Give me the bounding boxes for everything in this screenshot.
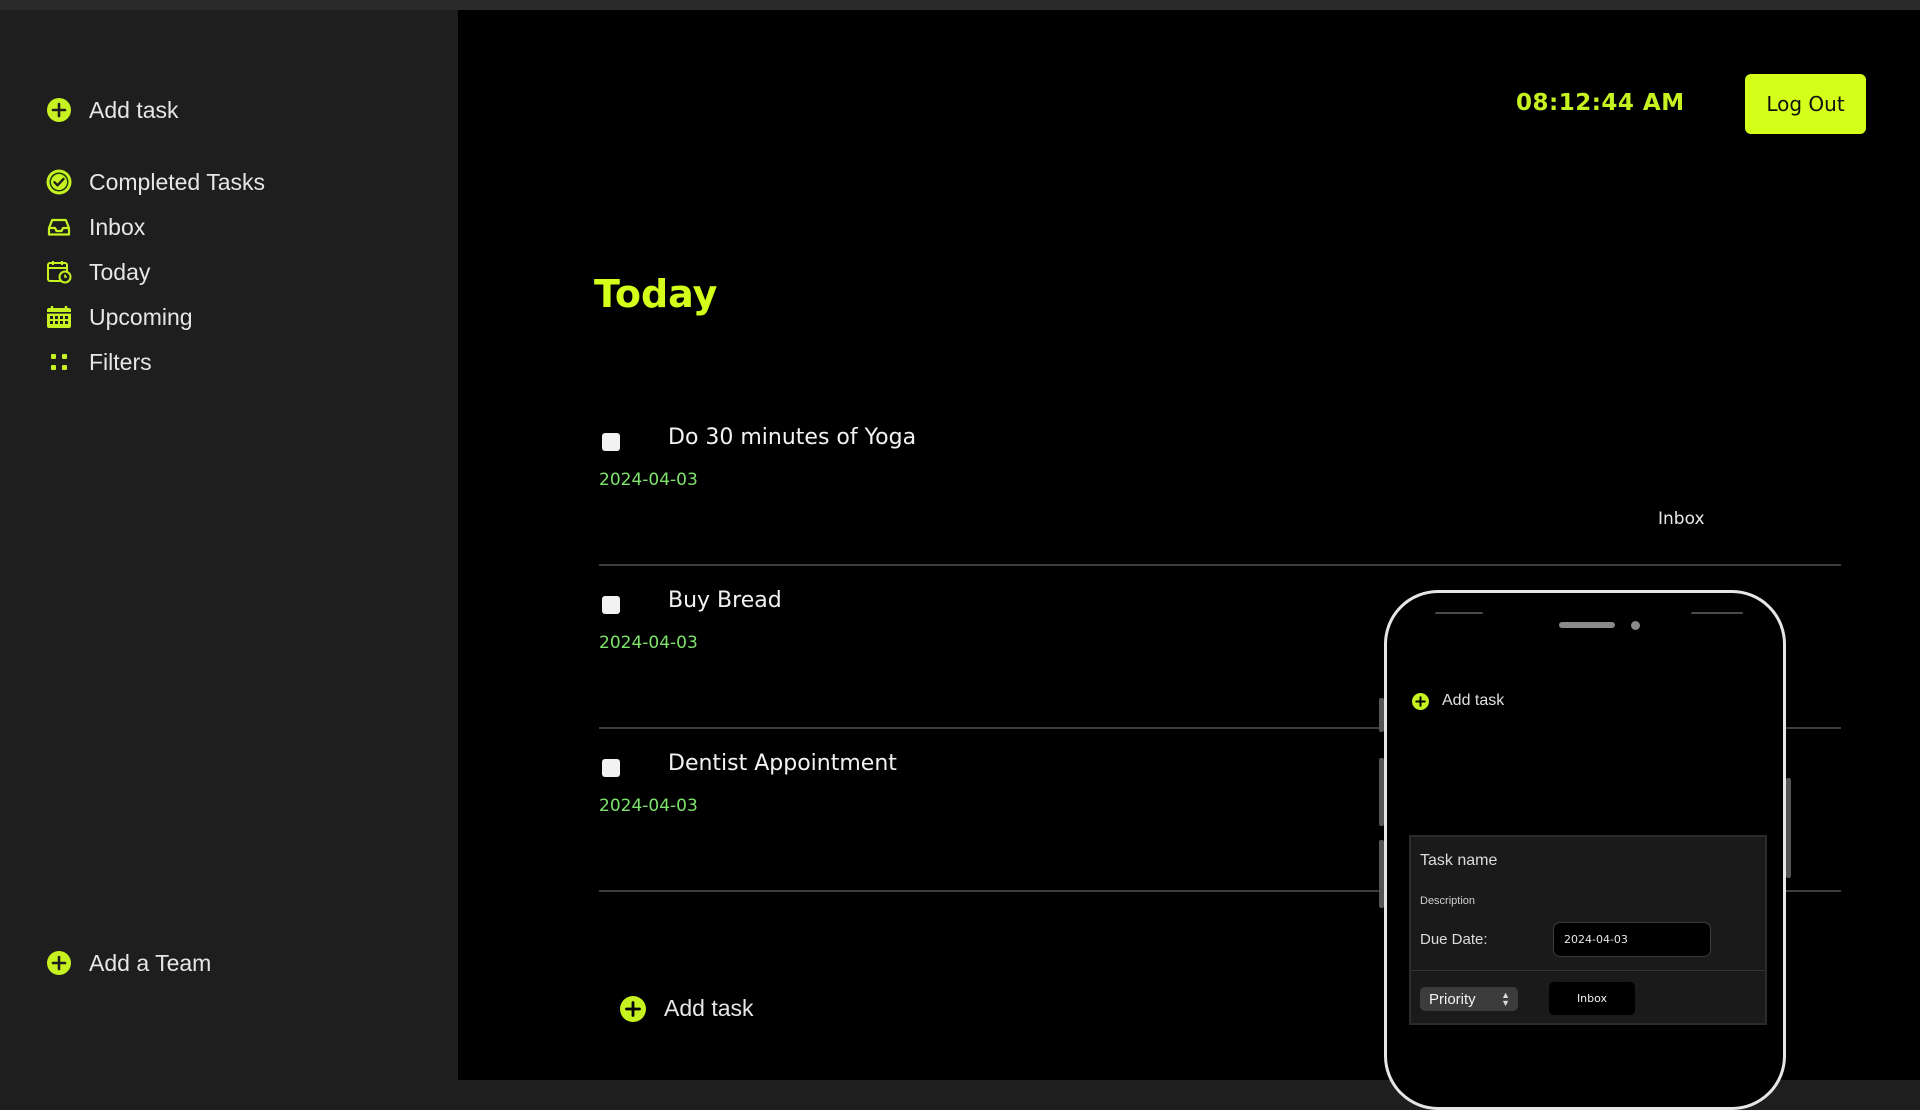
task-project: Inbox — [1658, 509, 1705, 529]
task-checkbox[interactable] — [602, 759, 620, 777]
phone-notch-line — [1435, 612, 1483, 614]
plus-circle-icon — [1412, 692, 1429, 710]
task-date: 2024-04-03 — [599, 470, 698, 490]
description-field[interactable]: Description — [1420, 895, 1475, 907]
logout-button[interactable]: Log Out — [1745, 74, 1866, 134]
phone-notch-line — [1691, 612, 1743, 614]
task-checkbox[interactable] — [602, 433, 620, 451]
sidebar-item-today[interactable]: Today — [44, 255, 150, 289]
plus-circle-icon — [620, 995, 646, 1022]
sidebar-add-task[interactable]: Add task — [44, 93, 179, 127]
form-divider — [1411, 970, 1765, 971]
plus-circle-icon — [44, 948, 74, 978]
select-arrows-icon: ▲ ▼ — [1501, 990, 1510, 1008]
phone-speaker — [1559, 622, 1615, 628]
sidebar-add-task-label: Add task — [89, 96, 179, 123]
task-name[interactable]: Do 30 minutes of Yoga — [668, 425, 916, 450]
sidebar-item-label: Completed Tasks — [89, 168, 265, 195]
task-name[interactable]: Buy Bread — [668, 588, 782, 613]
add-task-label: Add task — [664, 995, 754, 1021]
phone-power-button — [1786, 778, 1791, 878]
sidebar-item-upcoming[interactable]: Upcoming — [44, 300, 193, 334]
due-date-label: Due Date: — [1420, 931, 1488, 948]
grid-dots-icon — [44, 347, 74, 377]
task-date: 2024-04-03 — [599, 633, 698, 653]
plus-circle-icon — [44, 95, 74, 125]
clock: 08:12:44 AM — [1516, 90, 1685, 116]
phone-camera — [1631, 621, 1640, 630]
add-task-button[interactable]: Add task — [620, 995, 754, 1022]
phone-add-task-label: Add task — [1442, 692, 1505, 709]
sidebar-item-label: Upcoming — [89, 303, 193, 330]
sidebar-item-label: Filters — [89, 348, 152, 375]
calendar-clock-icon — [44, 257, 74, 287]
phone-mockup: Add task Task name Description Due Date:… — [1384, 590, 1786, 1110]
task-name[interactable]: Dentist Appointment — [668, 751, 897, 776]
sidebar-item-inbox[interactable]: Inbox — [44, 210, 145, 244]
phone-add-task-button[interactable]: Add task — [1412, 692, 1504, 710]
task-checkbox[interactable] — [602, 596, 620, 614]
sidebar-item-label: Today — [89, 258, 151, 285]
main-content: 08:12:44 AM Log Out Today Do 30 minutes … — [458, 10, 1920, 1110]
window-top-bar — [0, 0, 1920, 10]
sidebar-add-team-label: Add a Team — [89, 949, 212, 976]
task-row: Do 30 minutes of Yoga 2024-04-03 Inbox — [599, 401, 1841, 566]
due-date-input[interactable] — [1553, 922, 1711, 957]
inbox-icon — [44, 212, 74, 242]
project-select-button[interactable]: Inbox — [1549, 982, 1635, 1015]
sidebar-item-completed-tasks[interactable]: Completed Tasks — [44, 165, 265, 199]
sidebar-add-team[interactable]: Add a Team — [44, 946, 211, 980]
sidebar: Add task Completed Tasks Inbox Today Upc… — [0, 10, 458, 1080]
add-task-form: Task name Description Due Date: Priority… — [1409, 835, 1767, 1025]
task-date: 2024-04-03 — [599, 796, 698, 816]
priority-select[interactable]: Priority ▲ ▼ — [1420, 987, 1518, 1011]
task-name-field[interactable]: Task name — [1420, 852, 1497, 870]
check-circle-icon — [44, 167, 74, 197]
page-title: Today — [594, 272, 718, 316]
calendar-grid-icon — [44, 302, 74, 332]
priority-select-label: Priority — [1429, 990, 1476, 1008]
sidebar-item-filters[interactable]: Filters — [44, 345, 152, 379]
sidebar-item-label: Inbox — [89, 213, 146, 240]
